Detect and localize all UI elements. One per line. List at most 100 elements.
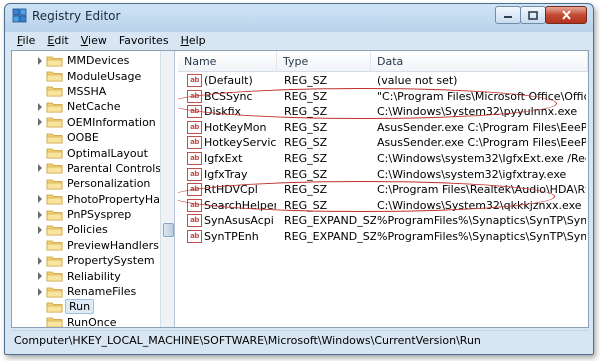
tree-item[interactable]: Parental Controls	[12, 161, 161, 176]
tree-item-label: OOBE	[67, 131, 99, 145]
expand-arrow-icon[interactable]	[38, 56, 42, 65]
value-row[interactable]: ab BCSSync REG_SZ "C:\Program Files\Microso…	[178, 89, 588, 105]
expand-arrow-icon[interactable]	[38, 118, 42, 127]
expand-arrow-icon[interactable]	[38, 272, 42, 281]
value-data: %ProgramFiles%\Synaptics\SynTP\SynAsu...	[377, 214, 586, 228]
value-row[interactable]: ab HotkeyService REG_SZ AsusSender.exe C:\P…	[178, 135, 588, 151]
folder-icon	[46, 179, 63, 190]
folder-icon	[46, 87, 63, 97]
menu-bar: File Edit View Favorites Help	[11, 31, 591, 49]
value-name: BCSSync	[204, 89, 253, 103]
string-value-icon: ab	[187, 183, 202, 197]
string-value-icon: ab	[187, 214, 202, 228]
value-type: REG_SZ	[284, 136, 328, 150]
tree-item[interactable]: PropertySystem	[12, 253, 160, 268]
folder-icon	[46, 164, 63, 174]
value-data: (value not set)	[377, 74, 458, 87]
tree-item-label: PreviewHandlers	[67, 238, 159, 252]
menu-edit[interactable]: Edit	[41, 34, 74, 47]
column-header-data[interactable]: Data	[371, 51, 588, 72]
value-name: IgfxTray	[204, 167, 248, 181]
tree-item[interactable]: Personalization	[12, 176, 160, 191]
folder-icon	[46, 56, 63, 67]
tree-item[interactable]: PhotoPropertyHandler	[12, 192, 174, 207]
value-data: C:\Windows\system32\igfxtray.exe	[377, 167, 567, 181]
string-value-icon: ab	[187, 136, 202, 150]
tree-item[interactable]: ModuleUsage	[12, 68, 160, 83]
expand-arrow-icon[interactable]	[38, 164, 42, 173]
value-name: RtHDVCpl	[204, 183, 258, 197]
value-row[interactable]: ab SynTPEnh REG_EXPAND_SZ %ProgramFiles%\Sy…	[178, 229, 588, 245]
maximize-icon[interactable]	[520, 6, 546, 24]
value-name: SearchHelper	[204, 198, 276, 212]
folder-icon	[46, 133, 63, 144]
tree-item-label: PhotoPropertyHandler	[67, 192, 174, 206]
expand-arrow-icon[interactable]	[38, 256, 42, 265]
value-row[interactable]: ab IgfxExt REG_SZ C:\Windows\system32\IgfxE…	[178, 151, 588, 167]
tree-item[interactable]: NetCache	[12, 99, 160, 114]
folder-icon	[46, 271, 63, 282]
menu-help[interactable]: Help	[175, 34, 212, 47]
tree-item[interactable]: RenameFiles	[12, 284, 160, 299]
tree-item[interactable]: PnPSysprep	[12, 207, 160, 222]
value-row[interactable]: ab RtHDVCpl REG_SZ C:\Program Files\Realtek…	[178, 182, 588, 198]
tree-scrollbar-thumb[interactable]	[163, 223, 174, 237]
tree-item[interactable]: MSSHA	[12, 84, 160, 99]
expand-arrow-icon[interactable]	[38, 225, 42, 234]
title-bar[interactable]: Registry Editor	[5, 4, 593, 28]
value-row[interactable]: ab (Default) REG_SZ (value not set)	[178, 73, 588, 89]
expand-arrow-icon[interactable]	[38, 210, 42, 219]
tree-item-label: OEMInformation	[67, 115, 156, 129]
menu-favorites[interactable]: Favorites	[113, 34, 175, 47]
folder-icon	[46, 317, 63, 327]
value-row[interactable]: ab SearchHelper REG_SZ C:\Windows\System32\…	[178, 198, 588, 214]
tree-item[interactable]: OOBE	[12, 130, 160, 145]
tree-item[interactable]: PreviewHandlers	[12, 238, 160, 253]
tree-item-label: RenameFiles	[67, 285, 137, 299]
tree-item-label: Reliability	[67, 269, 121, 283]
value-type: REG_SZ	[284, 105, 328, 119]
tree-item-label: Personalization	[67, 177, 151, 191]
string-value-icon: ab	[187, 120, 202, 134]
string-value-icon: ab	[187, 167, 202, 181]
folder-icon	[46, 210, 63, 220]
menu-file[interactable]: File	[11, 34, 41, 47]
value-type: REG_SZ	[284, 152, 328, 165]
values-list: Name Type Data ab (Default) REG_SZ (value n…	[178, 51, 588, 327]
expand-arrow-icon[interactable]	[38, 195, 42, 204]
tree-item[interactable]: OptimalLayout	[12, 145, 160, 160]
minimize-icon[interactable]	[495, 6, 521, 24]
tree-scrollbar[interactable]	[160, 51, 174, 327]
column-header-name[interactable]: Name	[178, 51, 277, 72]
string-value-icon: ab	[187, 152, 202, 165]
column-header-type[interactable]: Type	[277, 51, 371, 72]
tree-item[interactable]: Run	[12, 299, 160, 315]
value-name: IgfxExt	[204, 152, 243, 165]
value-type: REG_SZ	[284, 167, 328, 181]
tree-item[interactable]: Reliability	[12, 268, 160, 283]
menu-view[interactable]: View	[75, 34, 113, 47]
tree-item-label: MMDevices	[67, 54, 130, 68]
editor-client-area: MMDevices ModuleUsage MSSHA NetCache OEMInfo…	[11, 50, 589, 328]
folder-icon	[46, 302, 63, 313]
value-data: %ProgramFiles%\Synaptics\SynTP\SynTPE...	[377, 230, 586, 243]
folder-icon	[46, 102, 63, 113]
tree-item-label: OptimalLayout	[67, 146, 148, 160]
value-data: C:\Windows\System32\qkkkjznxx.exe	[377, 198, 582, 212]
tree-item[interactable]: RunOnce	[12, 315, 160, 327]
expand-arrow-icon[interactable]	[38, 287, 42, 296]
tree-item[interactable]: Policies	[12, 222, 160, 237]
value-data: C:\Windows\System32\pyyulnnx.exe	[377, 105, 578, 119]
tree-item[interactable]: MMDevices	[12, 53, 160, 68]
value-type: REG_SZ	[284, 198, 328, 212]
value-row[interactable]: ab Diskfix REG_SZ C:\Windows\System32\pyyul…	[178, 104, 588, 120]
value-type: REG_SZ	[284, 183, 328, 197]
value-row[interactable]: ab IgfxTray REG_SZ C:\Windows\system32\igfx…	[178, 167, 588, 183]
tree-item[interactable]: OEMInformation	[12, 115, 160, 130]
close-icon[interactable]	[545, 6, 587, 24]
registry-key-tree[interactable]: MMDevices ModuleUsage MSSHA NetCache OEMInfo…	[12, 51, 175, 327]
expand-arrow-icon[interactable]	[38, 102, 42, 111]
value-row[interactable]: ab SynAsusAcpi REG_EXPAND_SZ %ProgramFiles%…	[178, 213, 588, 229]
value-row[interactable]: ab HotKeyMon REG_SZ AsusSender.exe C:\Progr…	[178, 120, 588, 136]
value-name: HotKeyMon	[204, 120, 267, 134]
